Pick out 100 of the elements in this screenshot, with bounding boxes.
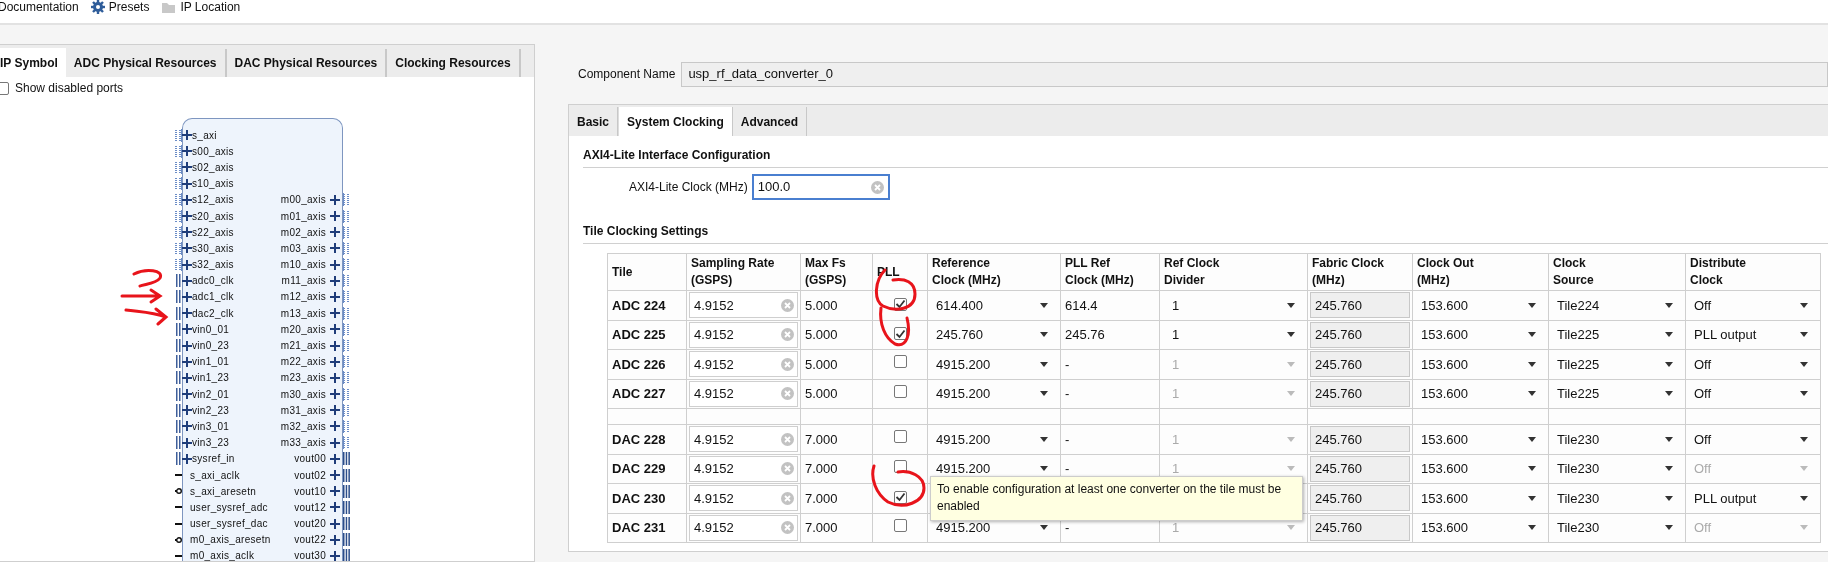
wire-connector-icon	[175, 554, 182, 557]
section-title: Tile Clocking Settings	[583, 200, 1828, 244]
bus-connector-icon	[175, 258, 182, 272]
clear-icon	[781, 387, 794, 401]
bus-connector-icon	[343, 339, 350, 353]
tile-label: DAC 228	[612, 431, 666, 447]
tab[interactable]: Clocking Resources	[387, 49, 521, 77]
port-label: m02_axis	[280, 225, 326, 240]
sampling-rate-field[interactable]: 4.9152	[689, 514, 798, 541]
wire-connector-icon	[175, 506, 182, 509]
tab[interactable]: System Clocking	[618, 107, 733, 136]
clear-icon	[781, 298, 794, 312]
clear-icon	[870, 180, 884, 194]
toolbar-button[interactable]: IP Location	[180, 0, 241, 14]
clear-icon	[781, 491, 794, 505]
port-label: vin1_23	[192, 371, 230, 386]
bus-connector-icon	[343, 241, 350, 255]
clear-icon	[781, 432, 794, 446]
tile-label: ADC 224	[612, 297, 666, 313]
plus-icon	[330, 421, 340, 432]
clear-icon	[781, 462, 794, 476]
plus-icon	[182, 340, 192, 351]
plus-icon	[182, 211, 192, 222]
caret-icon	[1528, 525, 1536, 531]
bus-connector-icon	[175, 225, 182, 239]
port-label: m0_axis_aresetn	[190, 533, 271, 548]
fabric-clock-field: 245.760	[1310, 380, 1410, 407]
plus-icon	[330, 550, 340, 561]
table-cell: 5.000	[805, 386, 838, 401]
port-label: vout12	[294, 500, 326, 515]
pll-checkbox[interactable]	[893, 327, 907, 341]
tab[interactable]: DAC Physical Resources	[226, 49, 388, 77]
port-label: m12_axis	[280, 290, 326, 305]
pll-checkbox[interactable]	[893, 384, 907, 398]
caret-icon	[1800, 436, 1808, 442]
sampling-rate-field[interactable]: 4.9152	[689, 380, 798, 407]
caret-icon	[1040, 332, 1048, 338]
clock-input-field[interactable]: 100.0	[751, 174, 890, 200]
caret-icon	[1665, 302, 1673, 308]
plus-icon	[330, 356, 340, 367]
diff-connector-icon	[175, 436, 182, 450]
plus-icon	[330, 227, 340, 238]
diff-connector-icon	[175, 339, 182, 353]
sampling-rate-field[interactable]: 4.9152	[689, 485, 798, 512]
port-label: sysref_in	[192, 452, 235, 467]
toolbar-button[interactable]: Presets	[108, 0, 150, 14]
caret-icon	[1800, 525, 1808, 531]
tab[interactable]: IP Symbol	[0, 48, 66, 77]
table-cell: -	[1065, 520, 1070, 535]
pll-checkbox[interactable]	[893, 355, 907, 369]
caret-icon	[1528, 332, 1536, 338]
bus-connector-icon	[175, 241, 182, 255]
port-label: m23_axis	[280, 371, 326, 386]
plus-icon	[330, 389, 340, 400]
sampling-rate-field[interactable]: 4.9152	[689, 455, 798, 482]
caret-icon	[1040, 361, 1048, 367]
sampling-rate-field[interactable]: 4.9152	[689, 321, 798, 348]
bus-connector-icon	[343, 419, 350, 433]
plus-icon	[330, 340, 340, 351]
fabric-clock-field: 245.760	[1310, 455, 1410, 482]
pll-checkbox[interactable]	[893, 490, 907, 504]
plus-icon	[182, 146, 192, 157]
table-cell: 7.000	[805, 461, 838, 476]
caret-icon	[1040, 302, 1048, 308]
plus-icon	[330, 308, 340, 319]
port-label: s02_axis	[192, 160, 234, 175]
plus-icon	[182, 389, 192, 400]
component-name-field[interactable]: usp_rf_data_converter_0	[681, 61, 1828, 87]
plus-icon	[182, 291, 192, 302]
plus-icon	[182, 194, 192, 205]
caret-icon	[1528, 436, 1536, 442]
caret-icon	[1800, 302, 1808, 308]
table-cell: 7.000	[805, 490, 838, 506]
column-header: Sampling Rate (GSPS)	[686, 253, 801, 291]
sampling-rate-field[interactable]: 4.9152	[689, 351, 798, 378]
fabric-clock-field: 245.760	[1310, 321, 1410, 348]
table-cell: -	[1065, 431, 1070, 447]
port-label: dac2_clk	[192, 306, 234, 321]
bus-connector-icon	[343, 403, 350, 417]
diff-connector-icon	[175, 355, 182, 369]
plus-icon	[330, 324, 340, 335]
plus-icon	[330, 259, 340, 270]
sampling-rate-field[interactable]: 4.9152	[689, 292, 798, 319]
port-label: vout20	[294, 517, 326, 532]
pll-checkbox[interactable]	[893, 518, 907, 532]
port-label: s32_axis	[192, 258, 234, 273]
pll-checkbox[interactable]	[893, 430, 907, 444]
checkbox[interactable]	[0, 81, 9, 95]
tab[interactable]: ADC Physical Resources	[65, 49, 227, 77]
caret-icon	[1800, 495, 1808, 501]
port-label: m10_axis	[280, 258, 326, 273]
sampling-rate-field[interactable]: 4.9152	[689, 426, 798, 453]
caret-icon	[1287, 332, 1295, 338]
plus-icon	[182, 453, 192, 464]
caret-icon	[1665, 495, 1673, 501]
port-label: user_sysref_adc	[190, 500, 268, 515]
diff-connector-icon	[175, 274, 182, 288]
tab[interactable]: Advanced	[732, 107, 808, 136]
clear-icon	[781, 521, 794, 535]
field-label: Component Name	[578, 66, 676, 83]
